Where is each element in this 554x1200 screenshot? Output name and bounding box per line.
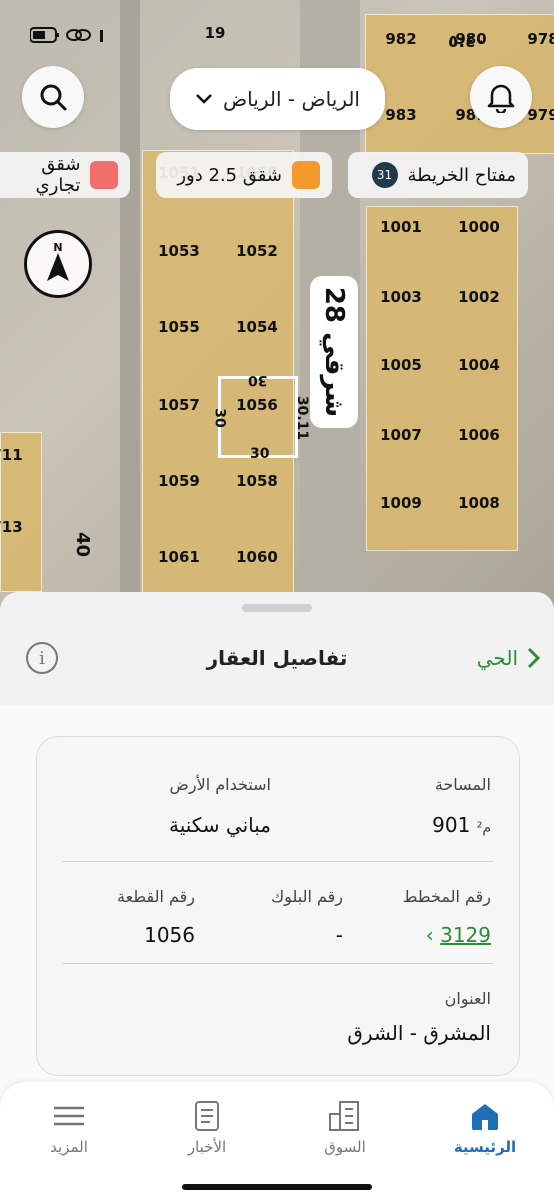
news-icon [195,1101,219,1131]
chevron-down-icon [196,94,212,104]
map-key-label: مفتاح الخريطة [407,164,516,186]
dimension-label: 30 [248,372,268,388]
tab-news[interactable]: الأخبار [152,1100,262,1156]
parcel-label: 1008 [458,494,500,512]
plan-number-label: رقم المخطط [402,887,491,906]
tab-home[interactable]: الرئيسية [430,1100,540,1156]
map-key-chip[interactable]: مفتاح الخريطة 31 [348,152,528,198]
status-icons [29,24,126,51]
area-label: المساحة [434,775,491,794]
area-value: 901 م² [432,813,491,837]
address-label: العنوان [444,989,491,1008]
chevron-left-icon: ‹ [425,923,434,947]
search-icon [40,84,67,111]
land-use-label: استخدام الأرض [169,775,271,794]
status-time: ٥:٤٠ [448,32,486,52]
parcel-label: 1007 [380,426,422,444]
parcel-label: 1059 [158,472,200,490]
parcel-label: 1009 [380,494,422,512]
parcel-label: 1002 [458,288,500,306]
plan-number-link[interactable]: ‹ 3129 [426,923,491,947]
map-key-badge: 31 [371,162,398,188]
dimension-label: 30 [211,408,228,428]
block-number-label: رقم البلوك [270,887,343,906]
parcel-label: 1004 [458,356,500,374]
parcel-label: 1052 [236,242,278,260]
map-view[interactable]: 19 982 980 978 983 981 979 1053 1052 105… [0,0,554,620]
compass-icon[interactable]: N [24,230,92,298]
menu-icon [54,1106,84,1126]
parcel-label: 1061 [158,548,200,566]
area-unit: م² [476,820,491,836]
parcel-label: 1060 [236,548,278,566]
building-icon [329,1101,359,1131]
bottom-tab-bar: الرئيسية السوق الأخبار المزيد [0,1082,554,1200]
parcel-label: 1005 [380,356,422,374]
city-selector[interactable]: الرياض - الرياض [170,68,385,130]
divider [63,963,493,964]
neighborhood-link[interactable]: الحي [477,646,540,670]
parcel-label: 1058 [236,472,278,490]
parcel-label: 711 [0,446,23,464]
tab-more[interactable]: المزيد [14,1100,124,1156]
neighborhood-link-label: الحي [476,646,518,670]
sheet-drag-handle[interactable] [242,604,312,612]
parcel-label: 1054 [236,318,278,336]
notifications-button[interactable] [470,66,532,128]
svg-text:N: N [53,241,62,254]
street-name-label: 28 شرقي [310,276,358,428]
parcel-number-value: 1056 [144,923,195,947]
area-number: 901 [432,813,471,837]
parcel-label: 1001 [380,218,422,236]
sheet-title: تفاصيل العقار [206,646,348,670]
parcel-label: 1006 [458,426,500,444]
map-block [142,150,294,594]
tab-more-label: المزيد [50,1138,88,1156]
legend-chip-apartments[interactable]: شقق 2.5 دور [156,152,332,198]
street-name-text: 28 شرقي [319,286,349,418]
tab-home-label: الرئيسية [453,1138,517,1156]
status-bar: ٥:٤٠ [0,18,554,54]
tab-market[interactable]: السوق [290,1100,400,1156]
sheet-header: i تفاصيل العقار الحي [0,620,554,706]
dimension-label: 30 [250,446,270,462]
property-info-card: المساحة 901 م² استخدام الأرض مباني سكنية… [36,736,520,1076]
legend-label: شقق 2.5 دور [177,164,282,186]
search-button[interactable] [22,66,84,128]
parcel-label: 1003 [380,288,422,306]
parcel-label: 1000 [458,218,500,236]
block-number-value: - [335,923,343,947]
tab-market-label: السوق [324,1138,366,1156]
legend-swatch [90,161,118,189]
city-selector-label: الرياض - الرياض [223,87,360,111]
road-number-label: 40 [72,531,94,558]
tab-news-label: الأخبار [187,1138,227,1156]
legend-label: شقق تجاري [35,154,81,196]
parcel-label: 1053 [158,242,200,260]
bell-icon [487,84,515,113]
parcel-label: 1055 [158,318,200,336]
home-icon [472,1104,498,1130]
divider [63,861,493,862]
parcel-number-label: رقم القطعة [117,887,195,906]
map-road [120,0,140,620]
legend-swatch [292,161,320,189]
address-value: المشرق - الشرق [347,1021,491,1045]
parcel-label: 1057 [158,396,200,414]
chevron-right-icon [527,647,540,669]
parcel-label: 713 [0,518,23,536]
land-use-value: مباني سكنية [168,813,271,837]
plan-number-value: 3129 [440,923,491,947]
dimension-label: 30.11 [294,395,311,441]
home-indicator [182,1184,372,1190]
legend-chip-commercial[interactable]: شقق تجاري [0,152,130,198]
